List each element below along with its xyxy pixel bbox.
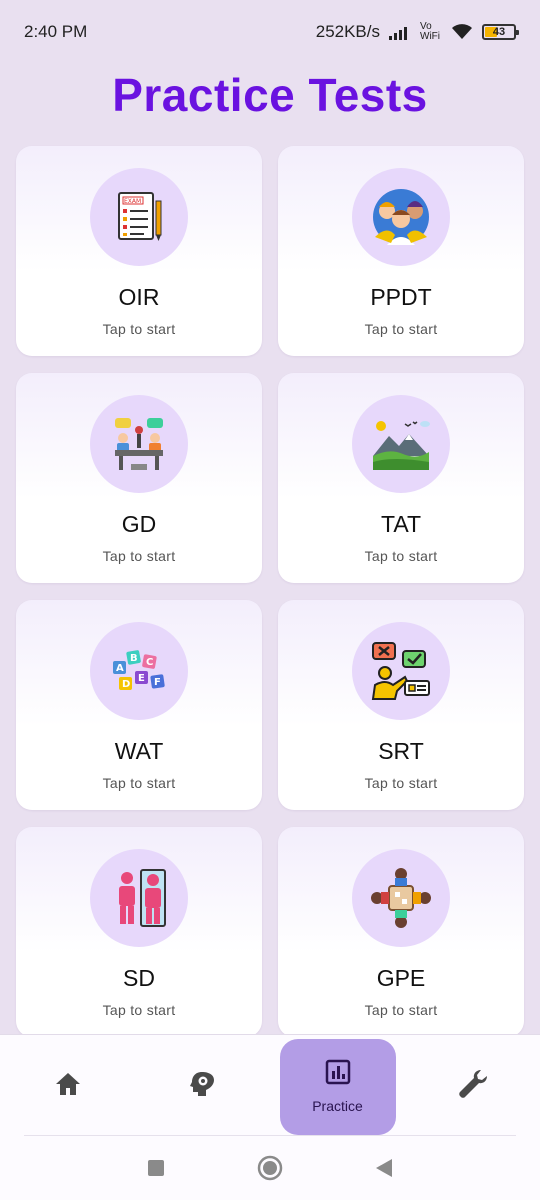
battery-level: 43 (492, 26, 506, 38)
test-card-oir[interactable]: EXAM OIR Tap to start (16, 146, 262, 356)
test-card-sd[interactable]: SD Tap to start (16, 827, 262, 1037)
test-title: GPE (376, 965, 426, 991)
nav-practice-label: Practice (312, 1098, 363, 1114)
page-title: Practice Tests (112, 69, 428, 121)
status-time: 2:40 PM (24, 22, 88, 41)
discussion-table-icon (90, 395, 188, 493)
status-icons: 252KB/s Vo WiFi 43 (315, 21, 519, 42)
test-title: PPDT (370, 284, 432, 310)
test-subtitle: Tap to start (102, 321, 176, 337)
svg-text:EXAM: EXAM (124, 198, 141, 205)
svg-text:C: C (146, 657, 153, 668)
test-subtitle: Tap to start (364, 321, 438, 337)
exam-sheet-icon: EXAM (90, 168, 188, 266)
test-title: OIR (118, 284, 160, 310)
test-card-srt[interactable]: SRT Tap to start (278, 600, 524, 810)
status-bar: 2:40 PM 252KB/s Vo WiFi 43 (0, 0, 540, 64)
home-icon (54, 1071, 82, 1102)
test-subtitle: Tap to start (364, 548, 438, 564)
test-subtitle: Tap to start (102, 1002, 176, 1018)
back-triangle-icon[interactable] (375, 1158, 393, 1178)
svg-text:A: A (116, 663, 124, 674)
nav-tools[interactable] (415, 1039, 531, 1135)
tests-grid: EXAM OIR Tap to start PPDT Tap to start … (16, 146, 524, 1037)
mirror-self-icon (90, 849, 188, 947)
test-card-gpe[interactable]: GPE Tap to start (278, 827, 524, 1037)
test-card-wat[interactable]: A B C D E F WAT Tap to start (16, 600, 262, 810)
test-title: WAT (114, 738, 164, 764)
test-title: TAT (380, 511, 422, 537)
nav-home[interactable] (10, 1039, 126, 1135)
signal-icon (388, 24, 412, 40)
landscape-picture-icon (352, 395, 450, 493)
test-title: SD (123, 965, 155, 991)
test-title: GD (121, 511, 157, 537)
test-card-gd[interactable]: GD Tap to start (16, 373, 262, 583)
vowifi-label: Vo WiFi (420, 21, 440, 42)
nav-practice[interactable]: Practice (279, 1038, 396, 1135)
brain-gear-icon (189, 1070, 216, 1103)
test-card-ppdt[interactable]: PPDT Tap to start (278, 146, 524, 356)
test-title: SRT (378, 738, 424, 764)
wifi-icon (450, 23, 474, 41)
nav-brain[interactable] (145, 1039, 261, 1135)
test-card-tat[interactable]: TAT Tap to start (278, 373, 524, 583)
group-people-icon (352, 168, 450, 266)
battery-icon: 43 (482, 24, 519, 40)
svg-text:F: F (154, 677, 161, 688)
recents-square-icon[interactable] (147, 1159, 165, 1177)
bar-chart-icon (325, 1059, 351, 1090)
svg-text:D: D (122, 679, 130, 690)
svg-text:E: E (138, 673, 145, 684)
network-speed: 252KB/s (315, 22, 380, 41)
test-subtitle: Tap to start (364, 1002, 438, 1018)
bottom-nav: Practice (0, 1034, 540, 1138)
alphabet-blocks-icon: A B C D E F (90, 622, 188, 720)
test-subtitle: Tap to start (102, 548, 176, 564)
group-planning-icon (352, 849, 450, 947)
test-subtitle: Tap to start (102, 775, 176, 791)
svg-text:B: B (130, 653, 138, 664)
situation-reaction-icon (352, 622, 450, 720)
wrench-icon (457, 1068, 489, 1105)
test-subtitle: Tap to start (364, 775, 438, 791)
system-nav-bar (0, 1136, 540, 1200)
home-circle-icon[interactable] (257, 1155, 283, 1181)
